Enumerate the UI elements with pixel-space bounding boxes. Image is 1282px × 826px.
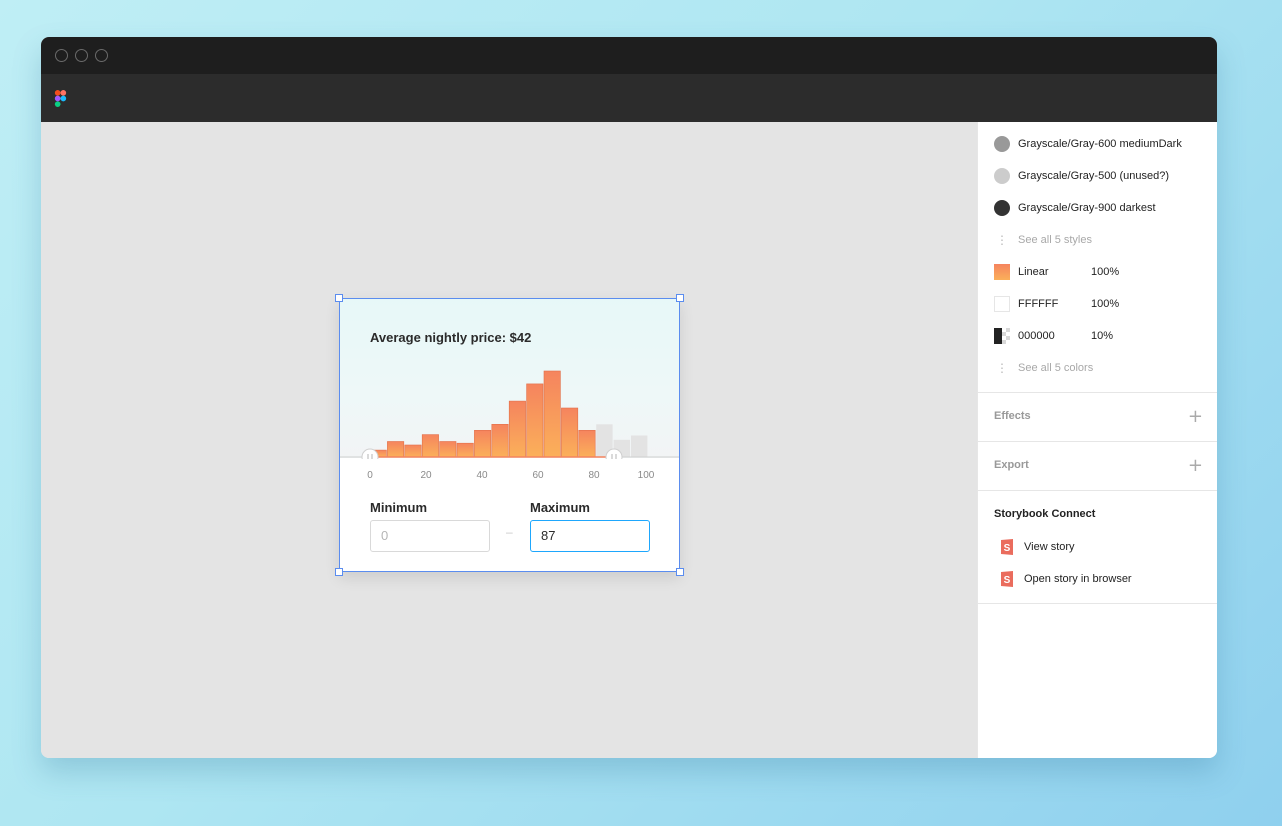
- section-divider: [978, 490, 1217, 491]
- histogram-bar: [631, 435, 648, 457]
- tick-label: 20: [420, 470, 432, 481]
- open-story-in-browser-label: Open story in browser: [1024, 573, 1132, 585]
- color-swatch: [994, 168, 1010, 184]
- histogram-bar: [439, 441, 457, 458]
- right-inspector-panel: Grayscale/Gray-600 mediumDark Grayscale/…: [977, 122, 1217, 758]
- maximum-input[interactable]: 87: [530, 520, 650, 552]
- fill-row[interactable]: FFFFFF 100%: [994, 294, 1194, 314]
- color-style-row[interactable]: Grayscale/Gray-900 darkest: [994, 198, 1156, 218]
- title-bar: [41, 37, 1217, 74]
- section-divider: [978, 603, 1217, 604]
- fill-opacity: 100%: [1091, 298, 1120, 310]
- price-histogram: [340, 370, 679, 459]
- resize-handle-bottom-left[interactable]: [335, 568, 343, 576]
- color-style-name: Grayscale/Gray-500 (unused?): [1018, 170, 1170, 182]
- zoom-window-button[interactable]: [95, 49, 108, 62]
- effects-section-title: Effects: [994, 410, 1031, 422]
- figma-logo-icon[interactable]: [54, 90, 67, 107]
- close-window-button[interactable]: [55, 49, 68, 62]
- more-vertical-icon: ⋮: [996, 361, 1008, 375]
- storybook-icon: S: [1001, 539, 1013, 555]
- color-style-row[interactable]: Grayscale/Gray-500 (unused?): [994, 166, 1169, 186]
- histogram-bar: [404, 444, 422, 458]
- fill-name: FFFFFF: [1018, 298, 1059, 310]
- range-separator: –: [506, 525, 513, 539]
- minimize-window-button[interactable]: [75, 49, 88, 62]
- fill-opacity: 100%: [1091, 266, 1120, 278]
- selected-frame[interactable]: Average nightly price: $42 0 20 40 60 80…: [335, 294, 684, 576]
- fill-name: Linear: [1018, 266, 1049, 278]
- color-style-name: Grayscale/Gray-900 darkest: [1018, 202, 1156, 214]
- see-all-styles-link[interactable]: ⋮ See all 5 styles: [994, 230, 1092, 250]
- storybook-connect-title: Storybook Connect: [994, 508, 1096, 520]
- resize-handle-top-right[interactable]: [676, 294, 684, 302]
- color-style-row[interactable]: Grayscale/Gray-600 mediumDark: [994, 134, 1182, 154]
- histogram-bar: [578, 430, 596, 458]
- add-effect-plus-icon[interactable]: +: [1188, 408, 1203, 426]
- section-divider: [978, 392, 1217, 393]
- minimum-input[interactable]: 0: [370, 520, 490, 552]
- svg-text:S: S: [1004, 575, 1011, 586]
- white-swatch: [994, 296, 1010, 312]
- tick-label: 80: [588, 470, 600, 481]
- view-story-link[interactable]: S View story: [1000, 539, 1075, 555]
- histogram-bar: [561, 407, 579, 458]
- see-all-colors-link[interactable]: ⋮ See all 5 colors: [994, 358, 1093, 378]
- add-export-plus-icon[interactable]: +: [1188, 457, 1203, 475]
- design-canvas[interactable]: Average nightly price: $42 0 20 40 60 80…: [41, 122, 977, 758]
- resize-handle-bottom-right[interactable]: [676, 568, 684, 576]
- fill-row[interactable]: Linear 100%: [994, 262, 1194, 282]
- histogram-bar: [491, 424, 509, 458]
- app-window: Average nightly price: $42 0 20 40 60 80…: [41, 37, 1217, 758]
- svg-text:S: S: [1004, 543, 1011, 554]
- toolbar: [41, 74, 1217, 122]
- color-style-name: Grayscale/Gray-600 mediumDark: [1018, 138, 1182, 150]
- fill-name: 000000: [1018, 330, 1055, 342]
- average-price-title: Average nightly price: $42: [370, 330, 532, 345]
- view-story-label: View story: [1024, 541, 1075, 553]
- tick-label: 60: [532, 470, 544, 481]
- black-transparent-swatch: [994, 328, 1010, 344]
- open-story-in-browser-link[interactable]: S Open story in browser: [1000, 571, 1132, 587]
- histogram-bar: [421, 434, 439, 458]
- more-vertical-icon: ⋮: [996, 233, 1008, 247]
- resize-handle-top-left[interactable]: [335, 294, 343, 302]
- tick-label: 0: [367, 470, 373, 481]
- see-all-styles-label: See all 5 styles: [1018, 234, 1092, 246]
- histogram-bar: [543, 370, 561, 458]
- export-section-title: Export: [994, 459, 1029, 471]
- histogram-bar: [387, 441, 405, 458]
- histogram-bar: [456, 442, 474, 458]
- see-all-colors-label: See all 5 colors: [1018, 362, 1094, 374]
- tick-label: 100: [637, 470, 655, 481]
- tick-label: 40: [476, 470, 488, 481]
- maximum-label: Maximum: [530, 500, 590, 515]
- color-swatch: [994, 200, 1010, 216]
- histogram-bar: [526, 383, 544, 458]
- minimum-label: Minimum: [370, 500, 428, 515]
- fill-opacity: 10%: [1091, 330, 1114, 342]
- section-divider: [978, 441, 1217, 442]
- histogram-bar: [474, 430, 492, 458]
- fill-row[interactable]: 000000 10%: [994, 326, 1194, 346]
- histogram-bar: [508, 400, 526, 458]
- linear-gradient-swatch: [994, 264, 1010, 280]
- storybook-icon: S: [1001, 571, 1013, 587]
- color-swatch: [994, 136, 1010, 152]
